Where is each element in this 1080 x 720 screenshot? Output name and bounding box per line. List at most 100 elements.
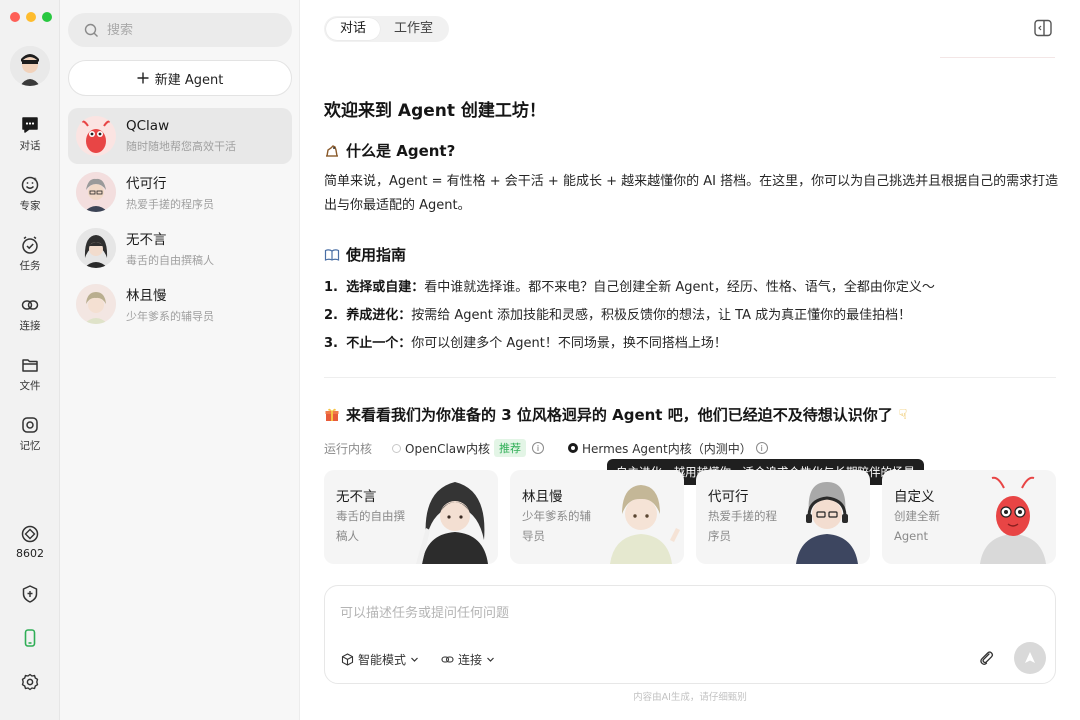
mode-label: 智能模式	[358, 652, 407, 667]
agent-card-linqieman[interactable]: 林且慢 少年爹系的辅导员	[510, 470, 684, 564]
cube-icon	[341, 652, 354, 666]
shield-button[interactable]	[19, 583, 41, 605]
minimize-window-button[interactable]	[26, 12, 36, 22]
card-name: 无不言	[336, 489, 377, 505]
point-down-icon: ☟	[898, 406, 908, 423]
conversation-item-qclaw[interactable]: QClaw 随时随地帮您高效干活	[68, 108, 292, 164]
guide-bold: 养成进化：	[346, 308, 412, 323]
new-agent-label: 新建 Agent	[154, 72, 224, 88]
agent-portrait-linqieman	[610, 485, 680, 564]
guide-item: 3. 不止一个：你可以创建多个 Agent！不同场景，换不同搭档上场！	[324, 332, 727, 351]
guide-number: 1.	[324, 280, 338, 295]
zoom-window-button[interactable]	[42, 12, 52, 22]
conversation-name: 代可行	[126, 176, 167, 192]
kernel-option-openclaw[interactable]: OpenClaw内核 推荐 i	[392, 439, 544, 457]
gift-icon	[325, 408, 339, 421]
new-agent-button[interactable]: 新建 Agent	[68, 60, 292, 96]
pick-heading: 来看看我们为你准备的 3 位风格迥异的 Agent 吧，他们已经迫不及待想认识你…	[324, 404, 907, 425]
task-check-icon	[19, 234, 41, 256]
agent-avatar-qclaw	[76, 116, 116, 156]
tab-chat[interactable]: 对话	[326, 18, 381, 40]
info-icon[interactable]: i	[531, 442, 544, 454]
kernel-option-hermes[interactable]: Hermes Agent内核（内测中） i	[567, 440, 768, 457]
rail-label: 文件	[19, 380, 41, 392]
guide-bold: 选择或自建：	[346, 280, 425, 295]
main-area: 对话 工作室 欢迎来到 Agent 创建工坊！ 什么是 Agent? 简单来说，…	[300, 0, 1080, 720]
guide-item: 1. 选择或自建：看中谁就选择谁。都不来电？自己创建全新 Agent，经历、性格…	[324, 276, 935, 295]
conversation-subtitle: 热爱手搓的程序员	[126, 198, 214, 211]
rail-nav-chat[interactable]: 对话	[0, 114, 60, 158]
rail-nav-files[interactable]: 文件	[0, 354, 60, 398]
conversation-subtitle: 随时随地帮您高效干活	[126, 140, 236, 153]
link-icon	[441, 655, 454, 663]
conversation-subtitle: 少年爹系的辅导员	[126, 310, 214, 323]
guide-number: 2.	[324, 308, 338, 323]
agent-avatar-daikexing	[76, 172, 116, 212]
search-box[interactable]	[68, 13, 292, 47]
conversation-item-wubuyan[interactable]: 无不言 毒舌的自由撰稿人	[68, 220, 292, 276]
chevron-down-icon	[487, 657, 494, 662]
conversation-item-linqieman[interactable]: 林且慢 少年爹系的辅导员	[68, 276, 292, 332]
kernel-selector: 运行内核 OpenClaw内核 推荐 i Hermes Agent内核（内测中）…	[324, 439, 768, 457]
open-book-icon	[324, 248, 340, 261]
guide-text: 看中谁就选择谁。都不来电？自己创建全新 Agent，经历、性格、语气，全都由你定…	[424, 280, 935, 295]
user-avatar[interactable]	[10, 46, 50, 86]
search-input[interactable]	[107, 22, 267, 38]
pick-title: 来看看我们为你准备的 3 位风格迥异的 Agent 吧，他们已经迫不及待想认识你…	[346, 406, 893, 424]
radio-openclaw[interactable]	[392, 443, 402, 453]
message-composer: 智能模式 连接	[324, 585, 1056, 684]
rail-nav-connect[interactable]: 连接	[0, 294, 60, 338]
rail-nav-experts[interactable]: 专家	[0, 174, 60, 218]
conversation-subtitle: 毒舌的自由撰稿人	[126, 254, 214, 267]
message-input[interactable]	[340, 602, 980, 624]
settings-button[interactable]	[19, 671, 41, 693]
agent-portrait-wubuyan	[416, 482, 488, 564]
kernel-option-label: Hermes Agent内核（内测中）	[581, 441, 752, 456]
conversation-name: 林且慢	[126, 288, 167, 304]
gear-icon	[21, 673, 39, 691]
send-button[interactable]	[1014, 642, 1046, 674]
connect-selector[interactable]: 连接	[441, 650, 495, 668]
points-counter[interactable]: 8602	[0, 523, 60, 567]
window-controls	[10, 12, 52, 22]
radio-hermes[interactable]	[567, 443, 578, 453]
conversation-item-daikexing[interactable]: 代可行 热爱手搓的程序员	[68, 164, 292, 220]
ai-disclaimer: 内容由AI生成，请仔细甄别	[633, 692, 747, 703]
rail-nav-memory[interactable]: 记忆	[0, 414, 60, 458]
guide-text: 按需给 Agent 添加技能和灵感，积极反馈你的想法，让 TA 成为真正懂你的最…	[411, 308, 912, 323]
chevron-down-icon	[411, 657, 418, 662]
folder-icon	[19, 354, 41, 376]
rail-label: 记忆	[19, 440, 41, 452]
card-name: 自定义	[894, 489, 935, 505]
agent-card-custom[interactable]: 自定义 创建全新 Agent	[882, 470, 1056, 564]
close-window-button[interactable]	[10, 12, 20, 22]
scroll-fade-divider	[940, 57, 1055, 58]
guide-title: 使用指南	[346, 246, 407, 264]
welcome-title: 欢迎来到 Agent 创建工坊！	[324, 101, 546, 121]
agent-card-daikexing[interactable]: 代可行 热爱手搓的程序员	[696, 470, 870, 564]
section-divider	[324, 377, 1056, 378]
points-value: 8602	[16, 547, 44, 560]
view-tabs: 对话 工作室	[324, 16, 450, 42]
panel-toggle-icon[interactable]	[1033, 18, 1053, 38]
paperclip-icon[interactable]	[977, 649, 995, 667]
mobile-sync-button[interactable]	[19, 627, 41, 649]
smile-sparkle-icon	[19, 174, 41, 196]
recommended-badge: 推荐	[493, 439, 526, 457]
agent-avatar-wubuyan	[76, 228, 116, 268]
card-desc: 创建全新 Agent	[894, 509, 940, 543]
rail-label: 对话	[19, 140, 41, 152]
guide-text: 你可以创建多个 Agent！不同场景，换不同搭档上场！	[411, 336, 727, 351]
phone-icon	[24, 629, 36, 647]
rail-label: 任务	[19, 260, 41, 272]
send-arrow-icon	[1025, 652, 1035, 663]
conversation-panel: 新建 Agent QClaw 随时随地帮您高效干活 代可行 热爱手搓的程序员 无…	[60, 0, 300, 720]
tab-studio[interactable]: 工作室	[380, 18, 447, 40]
info-icon[interactable]: i	[755, 442, 768, 454]
kernel-label: 运行内核	[324, 441, 373, 456]
agent-card-wubuyan[interactable]: 无不言 毒舌的自由撰稿人	[324, 470, 498, 564]
rail-nav-tasks[interactable]: 任务	[0, 234, 60, 278]
kernel-option-label: OpenClaw内核	[405, 441, 490, 456]
what-title: 什么是 Agent?	[346, 142, 456, 160]
mode-selector[interactable]: 智能模式	[341, 650, 419, 668]
